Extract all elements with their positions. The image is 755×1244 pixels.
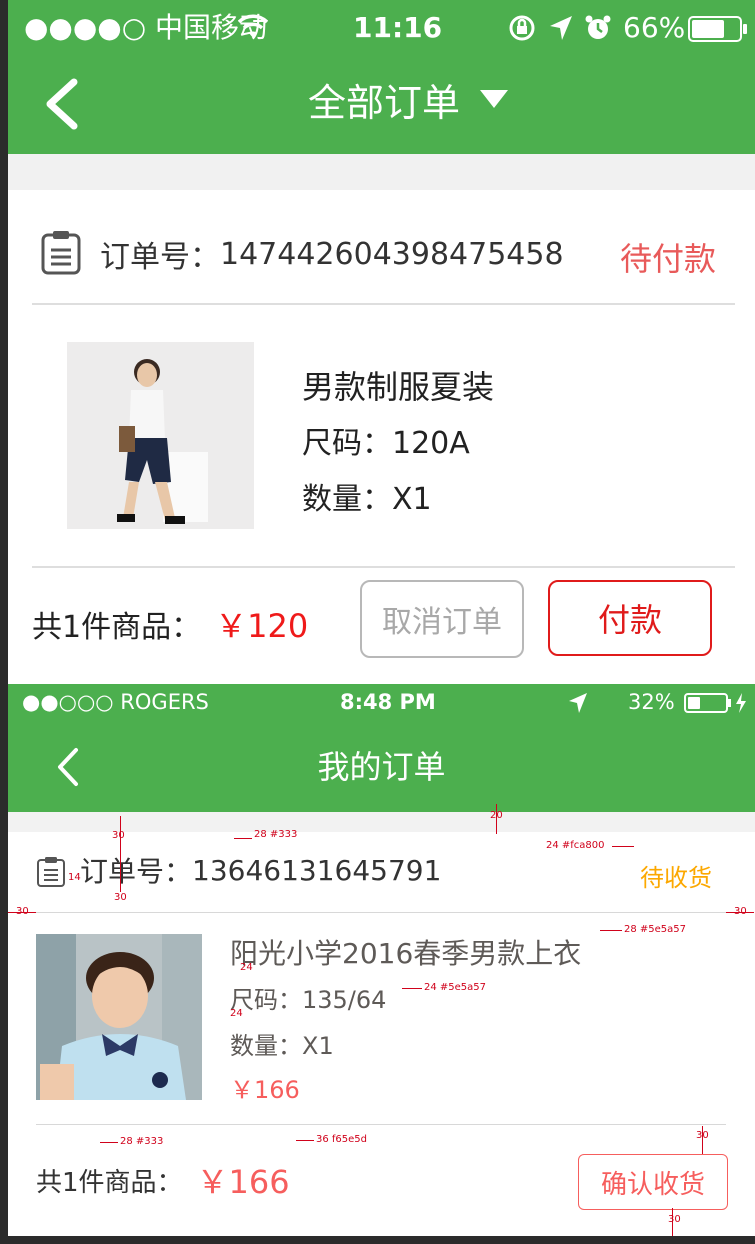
battery-icon [684, 692, 750, 714]
product-price: ￥166 [230, 1076, 300, 1104]
spec-guide-line [100, 1142, 118, 1143]
order-status: 待收货 [640, 864, 712, 892]
spec-guide-line [600, 930, 622, 931]
order-filter-dropdown[interactable]: 全部订单 [308, 74, 510, 125]
pay-button[interactable]: 付款 [548, 580, 712, 656]
screen-my-orders: ●●○○○ ROGERS 8:48 PM 32% 我的订单 订单号： 13646… [8, 684, 755, 1236]
battery-icon [688, 16, 748, 42]
divider [36, 912, 726, 913]
spec-guide-line [296, 1140, 314, 1141]
spec-guide-line [234, 838, 252, 839]
order-status: 待付款 [620, 240, 717, 278]
item-count-label: 共1件商品： [32, 610, 202, 645]
product-size: 尺码：135/64 [230, 986, 387, 1014]
spec-annotation: 36 f65e5d [316, 1134, 368, 1145]
spec-guide-line [612, 846, 634, 847]
order-number: 147442604398475458 [220, 236, 564, 272]
battery-percent: 32% [628, 690, 675, 714]
product-image[interactable] [67, 342, 254, 529]
product-size: 尺码：120A [302, 426, 470, 461]
carrier-label: ●●○○○ ROGERS [22, 690, 209, 714]
confirm-receipt-button[interactable]: 确认收货 [578, 1154, 728, 1210]
order-total: ￥120 [215, 607, 309, 645]
order-summary: 共1件商品： ￥120 [32, 602, 308, 646]
product-name: 男款制服夏装 [302, 368, 495, 406]
rotation-lock-icon [508, 14, 536, 42]
spec-annotation: 28 #333 [254, 829, 298, 840]
spec-annotation: 24 [230, 1008, 243, 1019]
cancel-order-button[interactable]: 取消订单 [360, 580, 524, 658]
divider [36, 1124, 726, 1125]
order-number-row: 订单号： 147442604398475458 [100, 232, 564, 276]
product-name: 阳光小学2016春季男款上衣 [230, 937, 582, 970]
status-time: 11:16 [353, 11, 443, 44]
alarm-icon [584, 14, 612, 42]
spec-annotation: 24 [240, 962, 253, 973]
order-card[interactable]: 订单号： 13646131645791 待收货 阳光小学2016春季男款上衣 尺… [8, 804, 755, 1236]
location-arrow-icon [568, 692, 588, 714]
screen-all-orders: ●●●●○ 中国移动 11:16 66% 全部订单 订单号： 147442604… [8, 0, 755, 684]
spec-annotation: 28 #333 [120, 1136, 164, 1147]
caret-down-icon [478, 88, 510, 110]
product-quantity: 数量：X1 [230, 1032, 334, 1060]
spec-annotation: 30 [114, 892, 127, 903]
header-bar: ●●○○○ ROGERS 8:48 PM 32% 我的订单 [8, 684, 755, 812]
wifi-icon [238, 14, 268, 40]
back-arrow-icon[interactable] [38, 76, 86, 132]
spec-guide-line [402, 988, 422, 989]
order-summary: 共1件商品： ￥166 [36, 1158, 290, 1202]
divider [32, 303, 735, 305]
order-total: ￥166 [196, 1163, 290, 1201]
spec-guide-line [8, 912, 36, 913]
page-title: 我的订单 [317, 748, 446, 786]
spec-annotation: 30 [668, 1214, 681, 1225]
product-image[interactable] [36, 934, 202, 1100]
spec-annotation: 24 #5e5a57 [424, 982, 487, 993]
clipboard-icon [36, 856, 66, 888]
header-bar: ●●●●○ 中国移动 11:16 66% 全部订单 [8, 0, 755, 154]
item-count-label: 共1件商品： [36, 1167, 183, 1198]
spec-guide-line [120, 816, 121, 892]
order-number-label: 订单号： [80, 855, 193, 888]
spec-guide-line [672, 1208, 673, 1236]
spec-guide-line [496, 804, 497, 834]
page-title: 全部订单 [308, 80, 461, 125]
location-arrow-icon [548, 14, 574, 42]
order-number-row: 订单号： 13646131645791 [80, 852, 442, 889]
clipboard-icon [40, 230, 82, 276]
battery-percent: 66% [623, 11, 686, 44]
product-quantity: 数量：X1 [302, 482, 432, 517]
spec-annotation: 24 #fca800 [546, 840, 605, 851]
spec-annotation: 14 [68, 872, 81, 883]
spec-annotation: 30 [112, 830, 125, 841]
divider [32, 566, 735, 568]
spec-guide-line [702, 1126, 703, 1154]
order-number: 13646131645791 [192, 853, 442, 887]
status-time: 8:48 PM [340, 690, 436, 714]
spec-annotation: 28 #5e5a57 [624, 924, 687, 935]
carrier-label: ●●●●○ 中国移动 [24, 11, 268, 44]
spec-guide-line [726, 912, 754, 913]
order-number-label: 订单号： [100, 240, 220, 275]
order-card[interactable]: 订单号： 147442604398475458 待付款 男款制服夏装 尺码：12… [8, 190, 755, 684]
